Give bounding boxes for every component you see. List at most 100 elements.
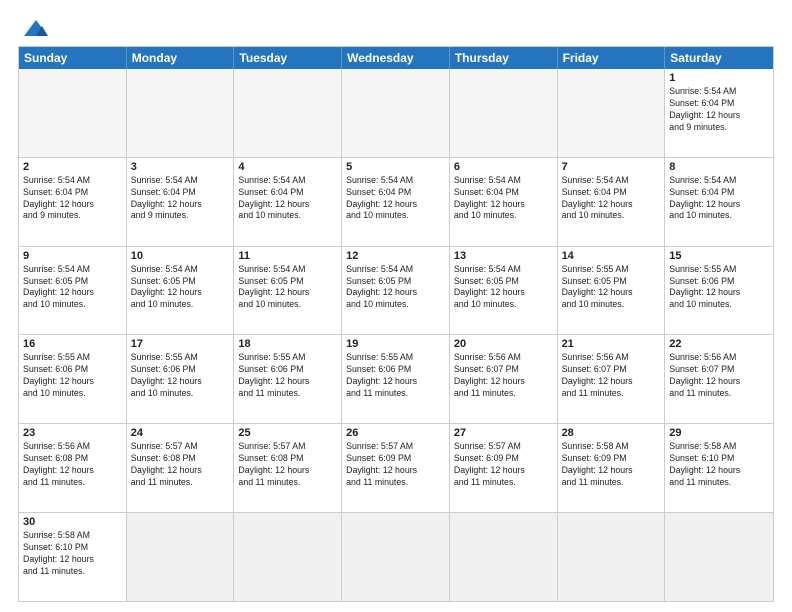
sun-info: Sunrise: 5:56 AMSunset: 6:07 PMDaylight:… [562, 352, 661, 400]
calendar-row-2: 9 Sunrise: 5:54 AMSunset: 6:05 PMDaylight… [19, 246, 773, 335]
sun-info: Sunrise: 5:55 AMSunset: 6:06 PMDaylight:… [23, 352, 122, 400]
day-number: 19 [346, 338, 445, 350]
day-number: 11 [238, 250, 337, 262]
cal-cell-1-4: 6Sunrise: 5:54 AMSunset: 6:04 PMDaylight… [450, 158, 558, 246]
calendar-header: SundayMondayTuesdayWednesdayThursdayFrid… [19, 47, 773, 69]
calendar-row-3: 16 Sunrise: 5:55 AMSunset: 6:06 PMDayligh… [19, 334, 773, 423]
sun-info: Sunrise: 5:55 AMSunset: 6:06 PMDaylight:… [669, 264, 769, 312]
day-number: 24 [131, 427, 230, 439]
day-number: 4 [238, 161, 337, 173]
sun-info: Sunrise: 5:56 AMSunset: 6:08 PMDaylight:… [23, 441, 122, 489]
sun-info: Sunrise: 5:57 AMSunset: 6:09 PMDaylight:… [346, 441, 445, 489]
day-number: 20 [454, 338, 553, 350]
cal-cell-2-0: 9 Sunrise: 5:54 AMSunset: 6:05 PMDaylight… [19, 247, 127, 335]
sun-info: Sunrise: 5:54 AMSunset: 6:04 PMDaylight:… [131, 175, 230, 223]
cal-cell-4-4: 27 Sunrise: 5:57 AMSunset: 6:09 PMDayligh… [450, 424, 558, 512]
cal-cell-1-1: 3 Sunrise: 5:54 AMSunset: 6:04 PMDaylight… [127, 158, 235, 246]
cal-cell-4-0: 23Sunrise: 5:56 AMSunset: 6:08 PMDayligh… [19, 424, 127, 512]
cal-cell-3-4: 20 Sunrise: 5:56 AMSunset: 6:07 PMDayligh… [450, 335, 558, 423]
day-number: 3 [131, 161, 230, 173]
day-number: 22 [669, 338, 769, 350]
sun-info: Sunrise: 5:54 AMSunset: 6:04 PMDaylight:… [669, 175, 769, 223]
cal-cell-5-4 [450, 513, 558, 601]
sun-info: Sunrise: 5:54 AMSunset: 6:05 PMDaylight:… [346, 264, 445, 312]
day-number: 29 [669, 427, 769, 439]
cal-cell-4-6: 29 Sunrise: 5:58 AMSunset: 6:10 PMDayligh… [665, 424, 773, 512]
page: SundayMondayTuesdayWednesdayThursdayFrid… [0, 0, 792, 612]
calendar-row-4: 23Sunrise: 5:56 AMSunset: 6:08 PMDayligh… [19, 423, 773, 512]
sun-info: Sunrise: 5:56 AMSunset: 6:07 PMDaylight:… [454, 352, 553, 400]
cal-cell-5-5 [558, 513, 666, 601]
calendar-body: 1 Sunrise: 5:54 AMSunset: 6:04 PMDaylight… [19, 69, 773, 601]
sun-info: Sunrise: 5:57 AMSunset: 6:08 PMDaylight:… [131, 441, 230, 489]
cal-cell-0-2 [234, 69, 342, 157]
sun-info: Sunrise: 5:56 AMSunset: 6:07 PMDaylight:… [669, 352, 769, 400]
cal-cell-5-6 [665, 513, 773, 601]
day-number: 5 [346, 161, 445, 173]
day-number: 9 [23, 250, 122, 262]
calendar-row-0: 1 Sunrise: 5:54 AMSunset: 6:04 PMDaylight… [19, 69, 773, 157]
sun-info: Sunrise: 5:55 AMSunset: 6:05 PMDaylight:… [562, 264, 661, 312]
cal-cell-2-1: 10Sunrise: 5:54 AMSunset: 6:05 PMDayligh… [127, 247, 235, 335]
logo-text [18, 18, 50, 40]
sun-info: Sunrise: 5:58 AMSunset: 6:10 PMDaylight:… [669, 441, 769, 489]
day-number: 14 [562, 250, 661, 262]
sun-info: Sunrise: 5:54 AMSunset: 6:05 PMDaylight:… [238, 264, 337, 312]
cal-cell-3-1: 17 Sunrise: 5:55 AMSunset: 6:06 PMDayligh… [127, 335, 235, 423]
cal-cell-3-5: 21 Sunrise: 5:56 AMSunset: 6:07 PMDayligh… [558, 335, 666, 423]
day-number: 7 [562, 161, 661, 173]
cal-cell-2-4: 13Sunrise: 5:54 AMSunset: 6:05 PMDayligh… [450, 247, 558, 335]
sun-info: Sunrise: 5:57 AMSunset: 6:09 PMDaylight:… [454, 441, 553, 489]
cal-cell-5-2 [234, 513, 342, 601]
day-number: 27 [454, 427, 553, 439]
cal-cell-1-6: 8 Sunrise: 5:54 AMSunset: 6:04 PMDaylight… [665, 158, 773, 246]
header-day-friday: Friday [558, 47, 666, 69]
sun-info: Sunrise: 5:54 AMSunset: 6:04 PMDaylight:… [23, 175, 122, 223]
day-number: 10 [131, 250, 230, 262]
day-number: 13 [454, 250, 553, 262]
cal-cell-0-4 [450, 69, 558, 157]
cal-cell-4-5: 28Sunrise: 5:58 AMSunset: 6:09 PMDayligh… [558, 424, 666, 512]
logo [18, 18, 50, 40]
sun-info: Sunrise: 5:57 AMSunset: 6:08 PMDaylight:… [238, 441, 337, 489]
cal-cell-2-6: 15 Sunrise: 5:55 AMSunset: 6:06 PMDayligh… [665, 247, 773, 335]
day-number: 26 [346, 427, 445, 439]
day-number: 30 [23, 516, 122, 528]
header-day-wednesday: Wednesday [342, 47, 450, 69]
cal-cell-0-0 [19, 69, 127, 157]
sun-info: Sunrise: 5:54 AMSunset: 6:05 PMDaylight:… [23, 264, 122, 312]
cal-cell-3-3: 19 Sunrise: 5:55 AMSunset: 6:06 PMDayligh… [342, 335, 450, 423]
sun-info: Sunrise: 5:54 AMSunset: 6:04 PMDaylight:… [346, 175, 445, 223]
cal-cell-2-5: 14 Sunrise: 5:55 AMSunset: 6:05 PMDayligh… [558, 247, 666, 335]
day-number: 15 [669, 250, 769, 262]
cal-cell-4-1: 24 Sunrise: 5:57 AMSunset: 6:08 PMDayligh… [127, 424, 235, 512]
day-number: 28 [562, 427, 661, 439]
cal-cell-0-6: 1 Sunrise: 5:54 AMSunset: 6:04 PMDaylight… [665, 69, 773, 157]
cal-cell-2-2: 11 Sunrise: 5:54 AMSunset: 6:05 PMDayligh… [234, 247, 342, 335]
cal-cell-0-5 [558, 69, 666, 157]
cal-cell-5-1 [127, 513, 235, 601]
sun-info: Sunrise: 5:54 AMSunset: 6:04 PMDaylight:… [562, 175, 661, 223]
day-number: 21 [562, 338, 661, 350]
sun-info: Sunrise: 5:54 AMSunset: 6:04 PMDaylight:… [669, 86, 769, 134]
header-day-tuesday: Tuesday [234, 47, 342, 69]
sun-info: Sunrise: 5:54 AMSunset: 6:04 PMDaylight:… [454, 175, 553, 223]
day-number: 1 [669, 72, 769, 84]
header-day-thursday: Thursday [450, 47, 558, 69]
cal-cell-1-5: 7 Sunrise: 5:54 AMSunset: 6:04 PMDaylight… [558, 158, 666, 246]
calendar: SundayMondayTuesdayWednesdayThursdayFrid… [18, 46, 774, 602]
day-number: 8 [669, 161, 769, 173]
sun-info: Sunrise: 5:54 AMSunset: 6:04 PMDaylight:… [238, 175, 337, 223]
header-day-sunday: Sunday [19, 47, 127, 69]
day-number: 2 [23, 161, 122, 173]
calendar-row-5: 30Sunrise: 5:58 AMSunset: 6:10 PMDayligh… [19, 512, 773, 601]
logo-icon [22, 18, 50, 40]
sun-info: Sunrise: 5:55 AMSunset: 6:06 PMDaylight:… [131, 352, 230, 400]
day-number: 16 [23, 338, 122, 350]
sun-info: Sunrise: 5:55 AMSunset: 6:06 PMDaylight:… [346, 352, 445, 400]
header-day-saturday: Saturday [665, 47, 773, 69]
cal-cell-1-2: 4 Sunrise: 5:54 AMSunset: 6:04 PMDaylight… [234, 158, 342, 246]
day-number: 18 [238, 338, 337, 350]
cal-cell-3-0: 16 Sunrise: 5:55 AMSunset: 6:06 PMDayligh… [19, 335, 127, 423]
day-number: 17 [131, 338, 230, 350]
